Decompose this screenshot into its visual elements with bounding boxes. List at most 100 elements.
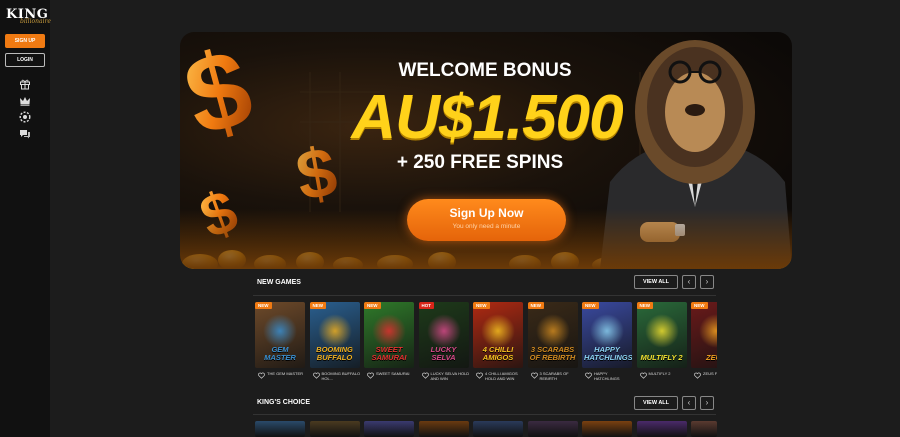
favorite-heart-icon[interactable]: [694, 372, 701, 379]
new-games-next-button[interactable]: ›: [700, 275, 714, 289]
game-name: 3 SCARABS OF REBIRTH: [539, 371, 569, 381]
game-art: [535, 314, 570, 348]
favorite-heart-icon[interactable]: [421, 372, 429, 379]
game-thumbnail[interactable]: SWEET SAMURAI NEW: [364, 302, 414, 368]
game-tile[interactable]: LUCKY SELVA HOT LUCKY SELVA HOLD AND WIN: [418, 302, 470, 384]
game-logo-text: 4 CHILLI AMIGOS: [482, 345, 514, 362]
game-tile[interactable]: HAPPY HATCHLINGS NEW HAPPY HATCHLINGS: [582, 302, 632, 384]
game-tile[interactable]: ZEUS NEW ZEUS FURY: [691, 302, 717, 384]
new-games-view-all-button[interactable]: VIEW ALL: [634, 275, 678, 289]
game-badge: NEW: [691, 302, 708, 309]
kings-choice-tile[interactable]: [582, 421, 632, 437]
svg-text:$: $: [180, 32, 264, 160]
game-logo-text: ZEUS: [705, 353, 717, 362]
game-tile[interactable]: BOOMING BUFFALO NEW BOOMING BUFFALO HOL...: [309, 302, 360, 384]
game-name: SWEET SAMURAI: [376, 371, 410, 376]
game-tile[interactable]: 3 SCARABS OF REBIRTH NEW 3 SCARABS OF REBI…: [527, 302, 578, 384]
kings-choice-view-all-button[interactable]: VIEW ALL: [634, 396, 678, 410]
signup-now-sublabel: You only need a minute: [452, 223, 521, 230]
poker-chip-icon[interactable]: [19, 111, 31, 123]
game-meta: MULTIFLY 2: [637, 370, 687, 384]
brand-logo[interactable]: KING billionaire: [6, 5, 51, 27]
game-art: [372, 314, 406, 348]
new-games-prev-button[interactable]: ‹: [682, 275, 696, 289]
game-name: LUCKY SELVA HOLD AND WIN: [430, 371, 470, 381]
game-name: BOOMING BUFFALO HOL...: [321, 371, 361, 381]
favorite-heart-icon[interactable]: [476, 372, 483, 379]
game-badge: NEW: [309, 302, 326, 309]
new-games-title: NEW GAMES: [257, 279, 301, 286]
game-logo-text: 3 SCARABS OF REBIRTH: [529, 345, 576, 362]
game-meta: SWEET SAMURAI: [364, 370, 414, 384]
kings-choice-tile[interactable]: [527, 421, 578, 437]
kings-choice-tile[interactable]: [255, 421, 305, 437]
kings-choice-title: KING'S CHOICE: [257, 399, 311, 406]
game-thumbnail[interactable]: MULTIFLY 2 NEW: [636, 302, 687, 368]
game-logo-text: LUCKY SELVA: [430, 345, 457, 362]
game-tile[interactable]: SWEET SAMURAI NEW SWEET SAMURAI: [364, 302, 414, 384]
gift-icon[interactable]: [19, 78, 31, 90]
game-badge: NEW: [636, 302, 653, 309]
kings-choice-tile[interactable]: [636, 421, 687, 437]
game-name: HAPPY HATCHLINGS: [594, 371, 620, 381]
game-badge: NEW: [255, 302, 272, 309]
free-spins-text: + 250 FREE SPINS: [396, 152, 564, 173]
game-logo-text: GEM MASTER: [264, 345, 296, 362]
game-thumbnail[interactable]: LUCKY SELVA HOT: [418, 302, 469, 368]
game-badge: HOT: [418, 302, 434, 309]
game-art: [644, 314, 679, 348]
game-art: [426, 314, 461, 348]
game-art: [481, 314, 515, 348]
favorite-heart-icon[interactable]: [639, 372, 647, 379]
game-meta: ZEUS FURY: [691, 370, 717, 384]
game-badge: NEW: [473, 302, 490, 309]
welcome-bonus-heading: WELCOME BONUS: [398, 60, 572, 81]
sidebar-signup-button[interactable]: SIGN UP: [5, 34, 45, 48]
game-tile[interactable]: GEM MASTER NEW THE GEM MASTER: [255, 302, 305, 384]
game-logo-text: HAPPY HATCHLINGS: [584, 345, 632, 362]
game-logo-text: BOOMING BUFFALO: [316, 345, 353, 362]
favorite-heart-icon[interactable]: [367, 372, 374, 379]
game-name: THE GEM MASTER: [267, 371, 304, 376]
game-thumbnail[interactable]: BOOMING BUFFALO NEW: [309, 302, 360, 368]
favorite-heart-icon[interactable]: [258, 372, 265, 379]
brand-tagline: billionaire: [20, 18, 51, 25]
game-name: ZEUS FURY: [703, 371, 717, 376]
crown-icon[interactable]: [19, 95, 31, 107]
game-art: [317, 314, 352, 348]
game-meta: 4 CHILLI AMIGOS HOLD AND WIN: [473, 370, 523, 384]
game-art: [263, 314, 297, 348]
game-badge: NEW: [364, 302, 381, 309]
game-name: 4 CHILLI AMIGOS HOLD AND WIN: [485, 371, 518, 381]
game-meta: THE GEM MASTER: [255, 370, 305, 384]
game-thumbnail[interactable]: 3 SCARABS OF REBIRTH NEW: [527, 302, 578, 368]
favorite-heart-icon[interactable]: [312, 372, 320, 379]
sidebar: KING billionaire SIGN UP LOGIN: [0, 0, 51, 437]
game-tile[interactable]: 4 CHILLI AMIGOS NEW 4 CHILLI AMIGOS HOLD A…: [473, 302, 523, 384]
chat-icon[interactable]: [19, 128, 31, 140]
game-badge: NEW: [527, 302, 544, 309]
game-thumbnail[interactable]: 4 CHILLI AMIGOS NEW: [473, 302, 523, 368]
game-tile[interactable]: MULTIFLY 2 NEW MULTIFLY 2: [636, 302, 687, 384]
kings-choice-tile[interactable]: [473, 421, 523, 437]
game-logo-text: MULTIFLY 2: [640, 353, 683, 362]
signup-now-button[interactable]: Sign Up Now You only need a minute: [407, 199, 566, 241]
game-logo-text: SWEET SAMURAI: [371, 345, 407, 362]
favorite-heart-icon[interactable]: [585, 372, 592, 379]
game-thumbnail[interactable]: ZEUS NEW: [691, 302, 717, 368]
kings-choice-tile[interactable]: [364, 421, 414, 437]
signup-now-label: Sign Up Now: [449, 206, 524, 220]
favorite-heart-icon[interactable]: [530, 372, 538, 379]
kings-choice-next-button[interactable]: ›: [700, 396, 714, 410]
sidebar-login-button[interactable]: LOGIN: [5, 53, 45, 67]
bonus-amount: AU$1.500: [351, 83, 623, 152]
kings-choice-tile[interactable]: [309, 421, 360, 437]
game-thumbnail[interactable]: GEM MASTER NEW: [255, 302, 305, 368]
kings-choice-tile[interactable]: [418, 421, 469, 437]
game-thumbnail[interactable]: HAPPY HATCHLINGS NEW: [582, 302, 632, 368]
game-art: [590, 314, 624, 348]
kings-choice-prev-button[interactable]: ‹: [682, 396, 696, 410]
kings-choice-tile[interactable]: [691, 421, 717, 437]
game-meta: BOOMING BUFFALO HOL...: [310, 370, 360, 384]
game-badge: NEW: [582, 302, 599, 309]
